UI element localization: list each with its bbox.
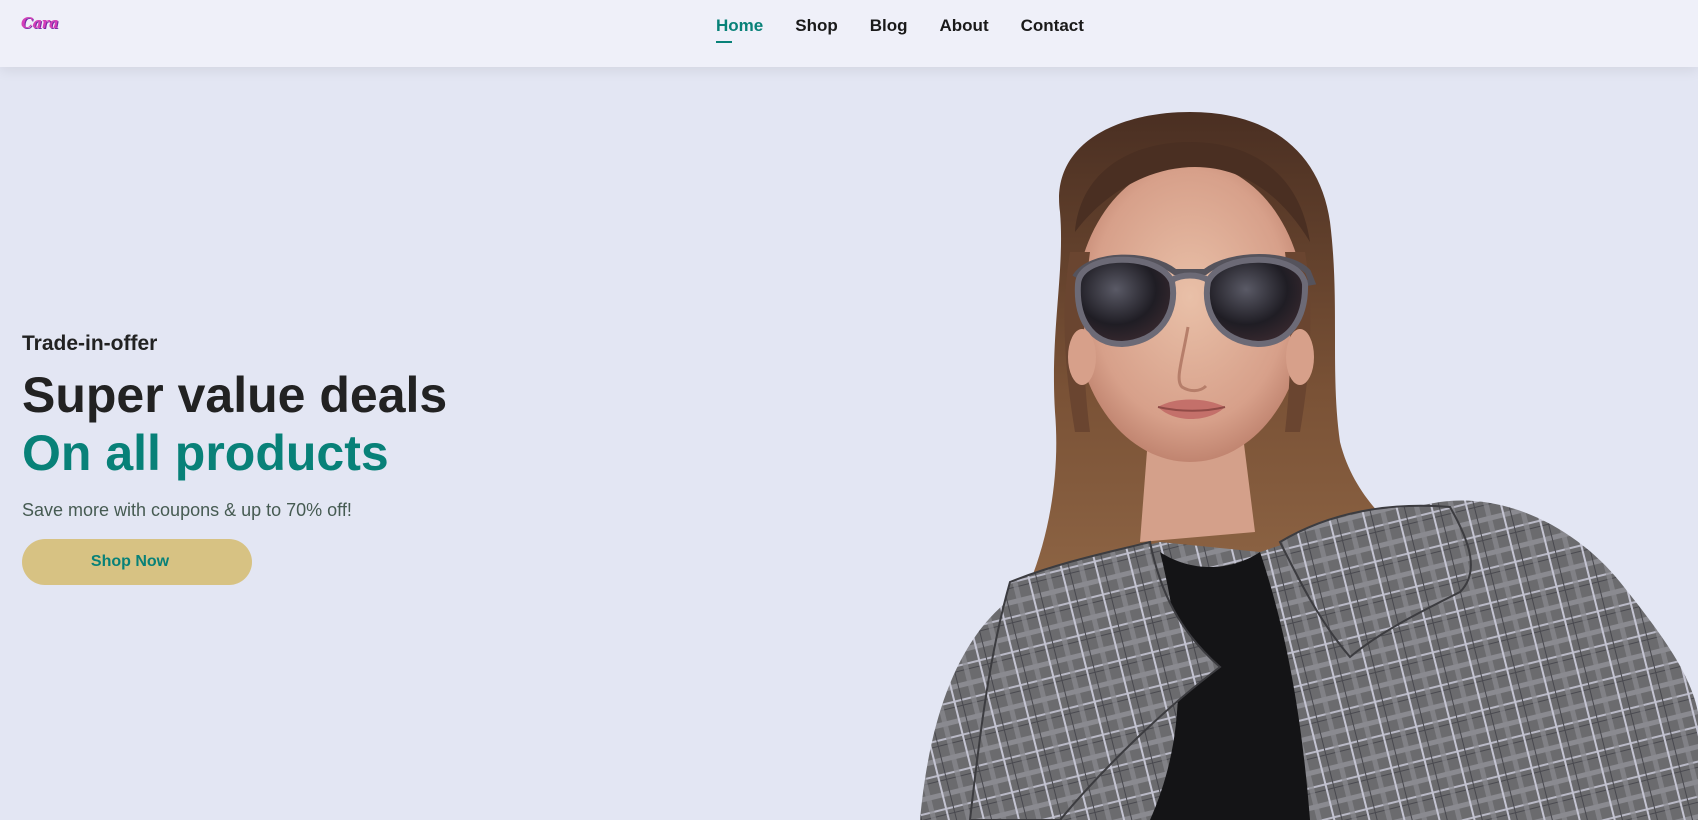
hero-text-block: Trade-in-offer Super value deals On all … xyxy=(22,332,447,585)
nav-link-about[interactable]: About xyxy=(940,16,989,40)
hero-section: Trade-in-offer Super value deals On all … xyxy=(0,67,1698,820)
shop-now-button[interactable]: Shop Now xyxy=(22,539,252,585)
nav-link-blog[interactable]: Blog xyxy=(870,16,908,40)
nav-link-contact[interactable]: Contact xyxy=(1021,16,1084,40)
nav-item-blog: Blog xyxy=(870,16,908,40)
hero-eyebrow: Trade-in-offer xyxy=(22,332,158,355)
hero-headline-line2: On all products xyxy=(22,425,389,481)
main-nav: Home Shop Blog About Contact xyxy=(716,16,1116,40)
hero-model-image xyxy=(920,112,1698,820)
nav-link-home[interactable]: Home xyxy=(716,16,763,40)
nav-link-shop[interactable]: Shop xyxy=(795,16,838,40)
site-header: Cara Home Shop Blog About Contact xyxy=(0,0,1698,67)
hero-subtext: Save more with coupons & up to 70% off! xyxy=(22,500,352,520)
nav-item-contact: Contact xyxy=(1021,16,1084,40)
nav-item-home: Home xyxy=(716,16,763,40)
hero-headline-line1: Super value deals xyxy=(22,367,448,423)
nav-item-about: About xyxy=(940,16,989,40)
site-logo[interactable]: Cara xyxy=(21,14,59,32)
nav-item-shop: Shop xyxy=(795,16,838,40)
